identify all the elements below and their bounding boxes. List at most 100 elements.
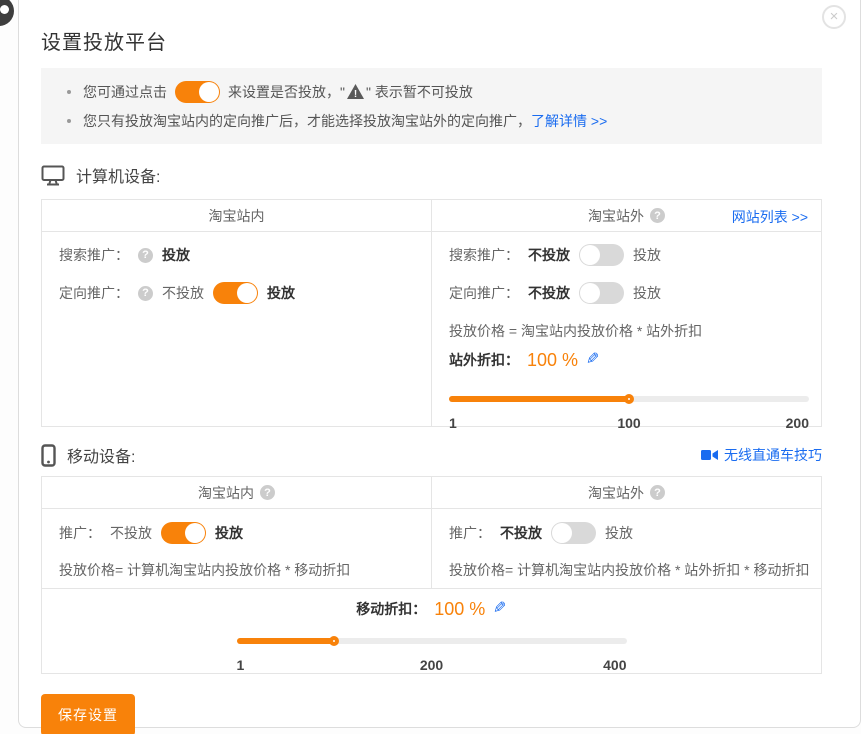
floating-widget[interactable] [0,0,14,26]
scale-mid: 100 [617,415,640,431]
state-off-label: 不投放 [528,283,570,303]
state-on-label: 投放 [267,283,295,303]
mobile-outside-cell: 推广： 不投放 投放 投放价格= 计算机淘宝站内投放价格 * 站外折扣 * 移动… [431,509,821,588]
slider-fill [237,638,335,644]
mobile-table-body: 推广： 不投放 投放 投放价格= 计算机淘宝站内投放价格 * 移动折扣 推广： … [42,509,821,588]
sample-toggle[interactable] [175,81,220,103]
scale-mid: 200 [420,657,443,673]
note1-mid: 来设置是否投放，" [228,82,345,102]
toggle-knob [185,523,205,543]
header-taobao-inside: 淘宝站内 [42,200,431,231]
search-promo-toggle[interactable] [579,244,624,266]
mobile-table: 淘宝站内 ? 淘宝站外 ? 推广： 不投放 投放 投放价格= 计算机淘宝站内投 [41,476,822,674]
promo-label: 推广： [449,523,491,543]
discount-value: 100 % [434,599,485,620]
toggle-knob [552,523,572,543]
note-line-2: 您只有投放淘宝站内的定向推广后，才能选择投放淘宝站外的定向推广， 了解详情 >> [67,106,822,135]
target-promo-row: 定向推广： ? 不投放 投放 [59,274,431,312]
page-title: 设置投放平台 [41,26,822,55]
bullet-dot [67,119,71,123]
header-taobao-outside: 淘宝站外 ? 网站列表 >> [431,200,821,231]
warning-icon: ! [347,84,364,99]
search-promo-row: 搜索推广： 不投放 投放 [449,236,821,274]
computer-section-title: 计算机设备: [76,163,160,187]
state-on-label: 投放 [605,523,633,543]
search-promo-row: 搜索推广： ? 投放 [59,236,431,274]
computer-table-body: 搜索推广： ? 投放 定向推广： ? 不投放 投放 搜索推广： [42,232,821,426]
computer-table-header: 淘宝站内 淘宝站外 ? 网站列表 >> [42,200,821,232]
bullet-dot [67,90,71,94]
target-promo-row: 定向推广： 不投放 投放 [449,274,821,312]
note1-pre: 您可通过点击 [83,82,167,102]
video-icon [701,449,718,461]
computer-table: 淘宝站内 淘宝站外 ? 网站列表 >> 搜索推广： ? 投放 [41,199,822,427]
target-promo-label: 定向推广： [449,283,519,303]
scale-min: 1 [449,415,457,431]
outside-discount-row: 站外折扣： 100 % ✎ [449,345,821,375]
save-settings-button[interactable]: 保存设置 [41,694,135,734]
mobile-discount-slider[interactable] [237,632,627,650]
header-taobao-outside: 淘宝站外 ? [431,477,821,508]
state-on-label: 投放 [633,283,661,303]
note-line-1: 您可通过点击 来设置是否投放，" ! " 表示暂不可投放 [67,77,822,106]
note2-text: 您只有投放淘宝站内的定向推广后，才能选择投放淘宝站外的定向推广， [83,111,531,131]
price-formula: 投放价格 = 淘宝站内投放价格 * 站外折扣 [449,319,821,343]
mobile-section-title: 移动设备: [67,443,135,467]
close-button[interactable]: × [822,5,846,29]
help-icon[interactable]: ? [138,248,153,263]
slider-fill [449,396,629,402]
help-icon[interactable]: ? [260,485,275,500]
state-off-label: 不投放 [110,523,152,543]
slider-scale: 1 200 400 [237,657,627,673]
mobile-discount-row: 移动折扣： 100 % ✎ [42,594,821,624]
edit-icon[interactable]: ✎ [586,352,599,368]
slider-scale: 1 100 200 [449,415,809,431]
svg-text:!: ! [354,89,357,99]
scale-min: 1 [237,657,245,673]
help-icon[interactable]: ? [650,208,665,223]
wireless-tips-label: 无线直通车技巧 [724,445,822,465]
target-promo-label: 定向推广： [59,283,129,303]
slider-handle[interactable] [624,394,634,404]
search-promo-state: 投放 [162,245,190,265]
toggle-knob [237,283,257,303]
mobile-discount-slider-area: 1 200 400 [237,632,627,673]
computer-section-header: 计算机设备: [41,163,822,187]
learn-more-link[interactable]: 了解详情 >> [531,111,607,131]
wireless-tips-link[interactable]: 无线直通车技巧 [701,445,822,465]
edit-icon[interactable]: ✎ [493,601,506,617]
state-off-label: 不投放 [500,523,542,543]
state-off-label: 不投放 [528,245,570,265]
mobile-inside-toggle[interactable] [161,522,206,544]
state-off-label: 不投放 [162,283,204,303]
scale-max: 400 [603,657,626,673]
toggle-knob [580,245,600,265]
discount-value: 100 % [527,350,578,371]
site-list-link[interactable]: 网站列表 >> [732,207,808,227]
state-on-label: 投放 [633,245,661,265]
outside-discount-slider-area: 1 100 200 [449,390,809,431]
target-promo-toggle[interactable] [213,282,258,304]
note1-post: " 表示暂不可投放 [366,82,473,102]
promo-label: 推广： [59,523,101,543]
promo-row: 推广： 不投放 投放 [59,515,431,551]
search-promo-label: 搜索推广： [449,245,519,265]
help-icon[interactable]: ? [138,286,153,301]
target-promo-toggle[interactable] [579,282,624,304]
discount-label: 移动折扣： [356,599,426,619]
price-formula: 投放价格= 计算机淘宝站内投放价格 * 移动折扣 [59,558,431,582]
toggle-knob [580,283,600,303]
close-icon: × [830,8,839,25]
scale-max: 200 [786,415,809,431]
search-promo-label: 搜索推广： [59,245,129,265]
outside-discount-slider[interactable] [449,390,809,408]
computer-icon [41,165,65,186]
computer-inside-cell: 搜索推广： ? 投放 定向推广： ? 不投放 投放 [42,232,431,426]
promo-row: 推广： 不投放 投放 [449,515,821,551]
discount-label: 站外折扣： [449,350,519,370]
help-icon[interactable]: ? [650,485,665,500]
slider-handle[interactable] [329,636,339,646]
state-on-label: 投放 [215,523,243,543]
mobile-outside-toggle[interactable] [551,522,596,544]
set-platform-dialog: × 设置投放平台 您可通过点击 来设置是否投放，" ! " 表示暂不可投放 您只… [18,0,861,728]
